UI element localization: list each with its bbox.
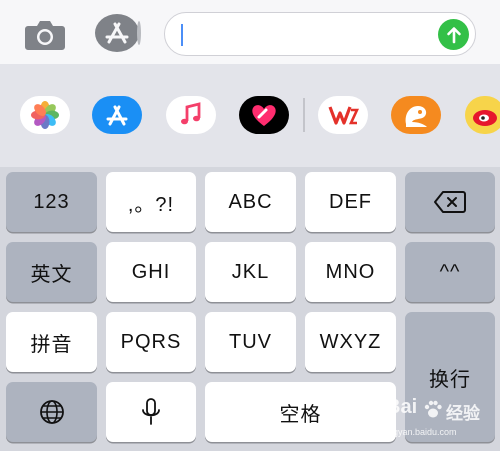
app-photos[interactable] (20, 96, 70, 134)
weibo-icon (473, 110, 497, 126)
microphone-icon (142, 398, 160, 425)
app-heart[interactable] (239, 96, 289, 134)
music-note-icon (181, 102, 201, 125)
key-numbers[interactable]: 123 (6, 172, 97, 232)
globe-icon (39, 400, 64, 424)
key-numbers-label: 123 (33, 190, 70, 213)
message-toolbar (0, 0, 500, 64)
key-dictation[interactable] (106, 382, 196, 442)
arrow-up-icon (446, 26, 461, 43)
key-ghi-label: GHI (131, 260, 171, 283)
key-wxyz-label: WXYZ (319, 330, 382, 353)
app-uc-browser[interactable] (391, 96, 441, 134)
baidu-jingyan-watermark: Bai 经验 jingyan.baidu.com (378, 396, 498, 446)
key-jkl[interactable]: JKL (205, 242, 296, 302)
key-def[interactable]: DEF (305, 172, 396, 232)
key-return-label: 换行 (429, 368, 471, 391)
key-tuv[interactable]: TUV (205, 312, 296, 372)
camera-icon (25, 21, 65, 50)
app-store-icon (95, 14, 141, 52)
key-punctuation[interactable]: ,。?! (106, 172, 196, 232)
key-punctuation-label: ,。?! (127, 193, 175, 216)
key-space-label: 空格 (279, 403, 322, 426)
app-store[interactable] (92, 96, 142, 134)
key-pqrs[interactable]: PQRS (106, 312, 196, 372)
key-mno[interactable]: MNO (305, 242, 396, 302)
key-english-label: 英文 (30, 263, 73, 286)
key-pinyin[interactable]: 拼音 (6, 312, 97, 372)
key-emoticon-label: ^^ (439, 260, 461, 283)
key-pinyin-label: 拼音 (30, 333, 73, 356)
app-store-icon (106, 105, 128, 126)
app-strip-divider (303, 98, 305, 132)
app-drawer-button[interactable] (93, 13, 143, 53)
key-abc-label: ABC (228, 190, 273, 213)
key-mno-label: MNO (325, 260, 376, 283)
watermark-url: jingyan.baidu.com (384, 427, 457, 437)
send-button[interactable] (438, 19, 469, 50)
key-backspace[interactable] (405, 172, 495, 232)
key-jkl-label: JKL (231, 260, 270, 283)
photos-icon (31, 101, 59, 129)
backspace-icon (434, 191, 466, 213)
key-abc[interactable]: ABC (205, 172, 296, 232)
key-def-label: DEF (329, 190, 372, 213)
watermark-brand2: 经验 (446, 404, 480, 423)
key-wxyz[interactable]: WXYZ (305, 312, 396, 372)
key-ghi[interactable]: GHI (106, 242, 196, 302)
heart-icon (252, 105, 276, 126)
message-input[interactable] (164, 12, 476, 56)
uc-squirrel-icon (405, 106, 427, 127)
wps-logo-icon (328, 106, 359, 125)
text-caret (181, 24, 183, 46)
key-pqrs-label: PQRS (120, 330, 182, 353)
app-wps[interactable] (318, 96, 368, 134)
key-space[interactable]: 空格 (205, 382, 396, 442)
paw-icon (424, 400, 442, 418)
watermark-brand: Bai (386, 396, 418, 418)
key-english[interactable]: 英文 (6, 242, 97, 302)
app-weibo[interactable] (465, 96, 500, 134)
key-emoticon[interactable]: ^^ (405, 242, 495, 302)
key-tuv-label: TUV (229, 330, 272, 353)
key-globe[interactable] (6, 382, 97, 442)
camera-button[interactable] (22, 16, 68, 52)
imessage-app-strip (0, 64, 500, 167)
app-music[interactable] (166, 96, 216, 134)
